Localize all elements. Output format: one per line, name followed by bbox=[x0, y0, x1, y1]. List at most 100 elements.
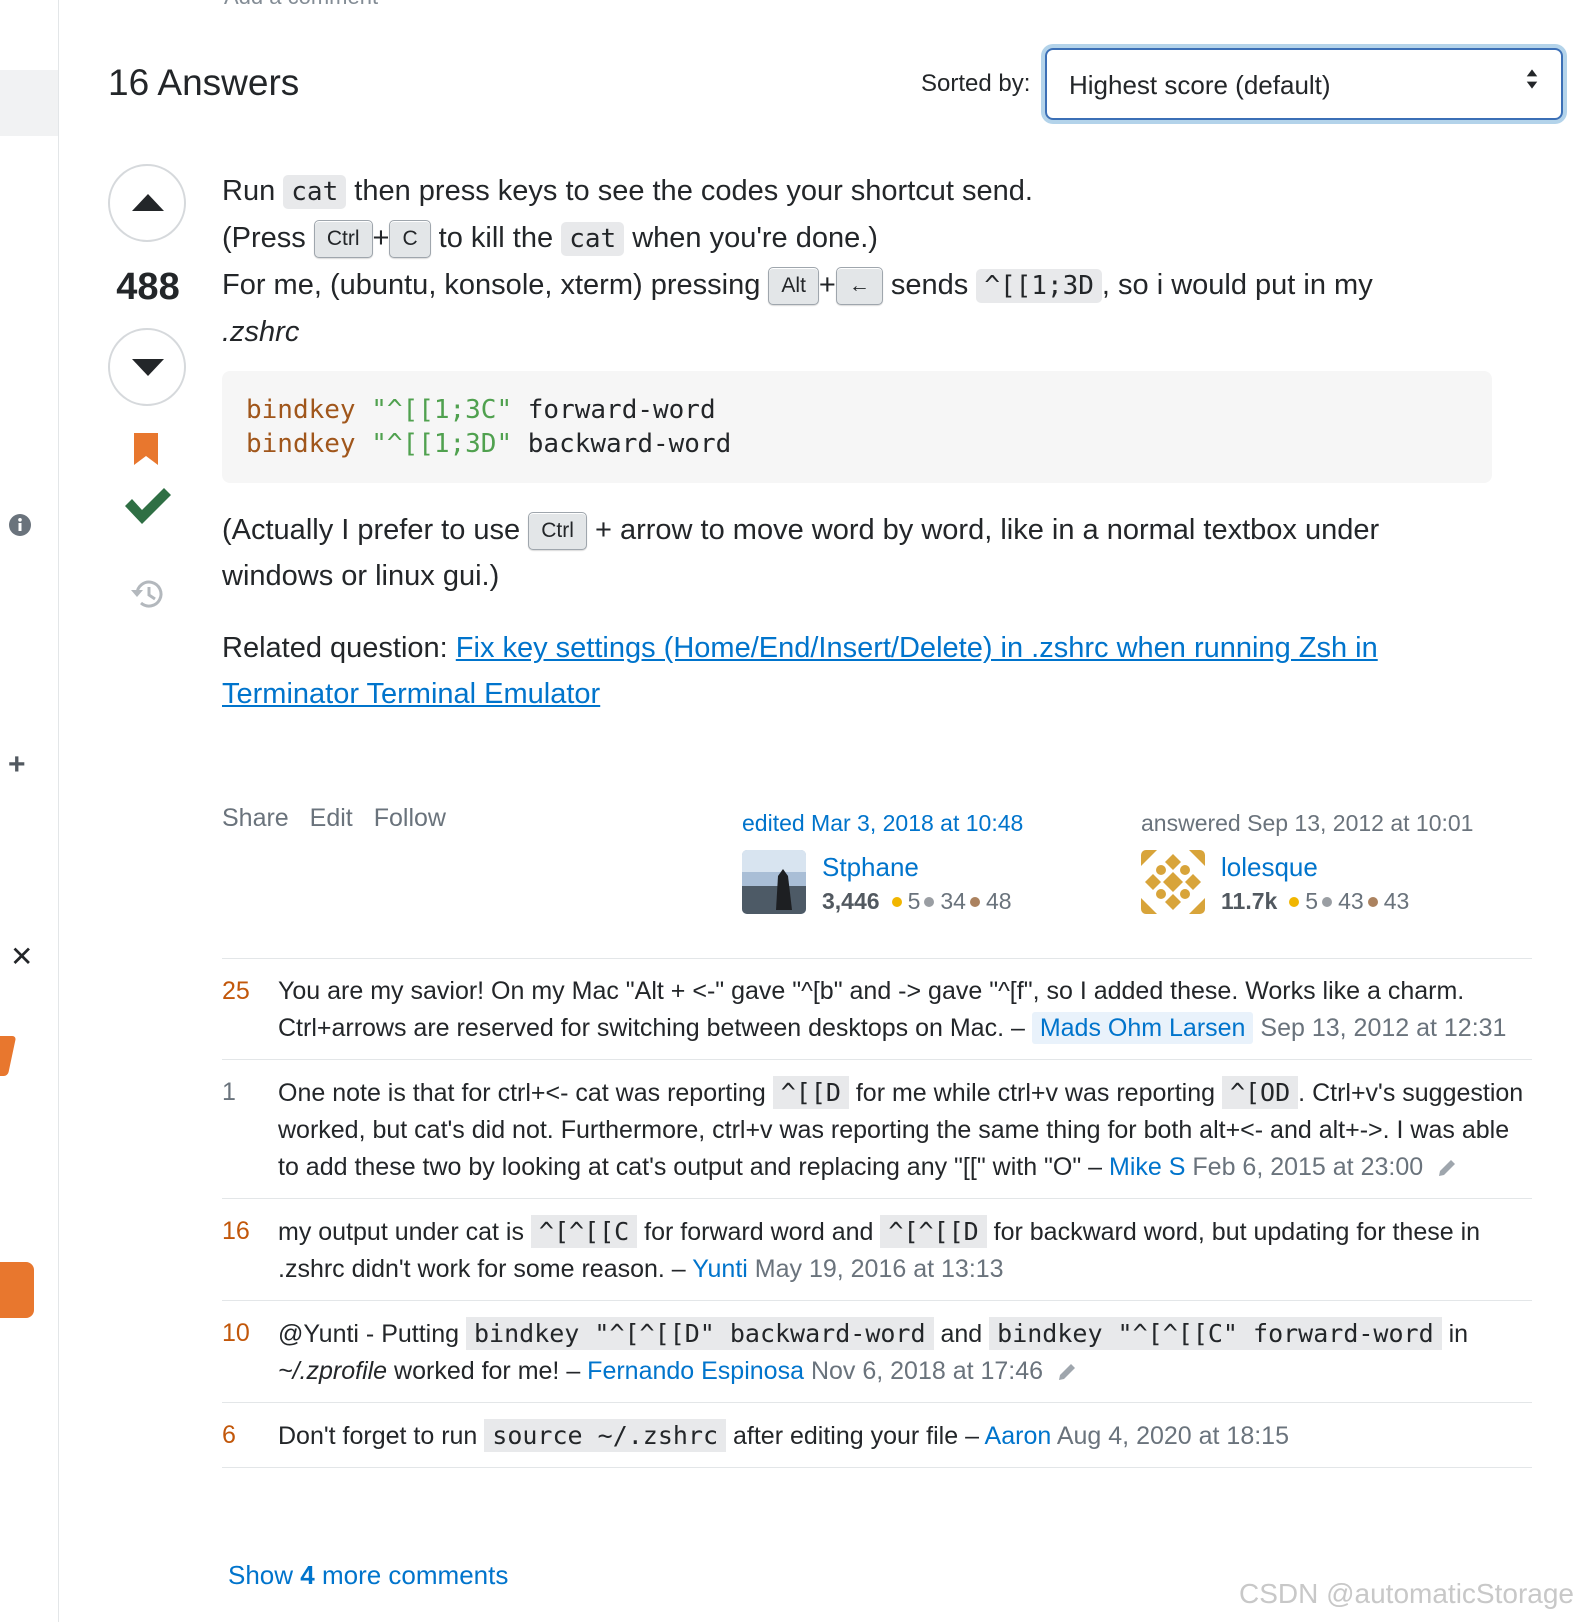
bronze-badge-icon bbox=[1367, 897, 1378, 907]
comment-user-link[interactable]: Aaron bbox=[985, 1422, 1052, 1450]
comment-code: bindkey "^[^[[C" forward-word bbox=[989, 1317, 1442, 1350]
sidebar-orange-button[interactable] bbox=[0, 1262, 34, 1318]
comment-code: ^[^[[C bbox=[530, 1215, 638, 1248]
editor-avatar-image bbox=[742, 850, 806, 914]
downvote-button[interactable] bbox=[108, 328, 186, 406]
comment-date[interactable]: Nov 6, 2018 at 17:46 bbox=[811, 1357, 1043, 1385]
code-block: bindkey "^[[1;3C" forward-word bindkey "… bbox=[222, 371, 1492, 483]
text: to kill the bbox=[430, 222, 562, 254]
sidebar-selected-item[interactable] bbox=[0, 70, 58, 136]
comment-body: One note is that for ctrl+<- cat was rep… bbox=[278, 1074, 1532, 1186]
more-count: 4 bbox=[300, 1560, 315, 1590]
history-icon[interactable] bbox=[127, 576, 167, 612]
comment-user-link[interactable]: Fernando Espinosa bbox=[587, 1357, 804, 1385]
bronze-badge-icon bbox=[969, 897, 980, 907]
comment-date[interactable]: Feb 6, 2015 at 23:00 bbox=[1192, 1153, 1423, 1181]
close-icon[interactable]: ✕ bbox=[10, 940, 33, 973]
answer-paragraph-2: (Press Ctrl + C to kill the cat when you'r… bbox=[222, 215, 1532, 262]
comment-user-link[interactable]: Mike S bbox=[1109, 1153, 1185, 1181]
author-avatar-identicon bbox=[1141, 850, 1205, 914]
bronze-count: 43 bbox=[1383, 888, 1410, 914]
author-card: answered Sep 13, 2012 at 10:01 lolesque … bbox=[1141, 810, 1531, 920]
comment: 16 my output under cat is ^[^[[C for for… bbox=[222, 1199, 1532, 1301]
code-keyword: bindkey bbox=[246, 395, 356, 425]
comment: 25 You are my savior! On my Mac "Alt + <… bbox=[222, 959, 1532, 1060]
edited-timestamp-link[interactable]: edited Mar 3, 2018 at 10:48 bbox=[742, 810, 1072, 837]
comment-text: Don't forget to run bbox=[278, 1422, 485, 1450]
editor-name-link[interactable]: Stphane bbox=[822, 852, 919, 883]
key-ctrl: Ctrl bbox=[313, 220, 373, 259]
code-string: "^[[1;3C" bbox=[371, 395, 513, 425]
avatar[interactable] bbox=[742, 850, 806, 914]
comment-code: ^[^[[D bbox=[880, 1215, 987, 1248]
post-menu: Share Edit Follow bbox=[222, 804, 460, 833]
comment-text: after editing your file – bbox=[726, 1422, 985, 1450]
sidebar-orange-badge bbox=[0, 1036, 17, 1076]
silver-count: 43 bbox=[1338, 888, 1364, 914]
answer-paragraph-1: Run cat then press keys to see the codes… bbox=[222, 168, 1532, 215]
answers-count-heading: 16 Answers bbox=[108, 62, 300, 103]
answer-paragraph-5: Related question: Fix key settings (Home… bbox=[222, 625, 1532, 717]
bookmark-icon[interactable] bbox=[133, 432, 159, 466]
comment-user-link[interactable]: Mads Ohm Larsen bbox=[1031, 1012, 1254, 1044]
text: sends bbox=[882, 269, 977, 301]
author-name-link[interactable]: lolesque bbox=[1221, 852, 1318, 883]
comment-score: 6 bbox=[222, 1421, 236, 1449]
comment-emphasis: ~/.zprofile bbox=[278, 1357, 388, 1385]
accepted-check-icon bbox=[125, 488, 171, 524]
follow-link[interactable]: Follow bbox=[374, 804, 446, 832]
comment-score: 25 bbox=[222, 977, 250, 1005]
plus-sign: + bbox=[372, 222, 390, 254]
text: when you're done.) bbox=[624, 222, 878, 254]
comment-date[interactable]: May 19, 2016 at 13:13 bbox=[755, 1255, 1004, 1283]
reputation: 11.7k bbox=[1221, 888, 1278, 914]
info-icon[interactable] bbox=[8, 513, 32, 537]
edit-link[interactable]: Edit bbox=[310, 804, 353, 832]
answered-timestamp-link[interactable]: answered Sep 13, 2012 at 10:01 bbox=[1141, 810, 1531, 837]
plus-icon[interactable]: + bbox=[8, 748, 26, 782]
bronze-count: 48 bbox=[985, 888, 1012, 914]
avatar[interactable] bbox=[1141, 850, 1205, 914]
sort-selected-value: Highest score (default) bbox=[1069, 70, 1331, 100]
pencil-icon bbox=[1059, 1364, 1076, 1381]
sort-select[interactable]: Highest score (default) bbox=[1045, 48, 1563, 120]
comment-score: 10 bbox=[222, 1319, 250, 1347]
gold-count: 5 bbox=[1305, 888, 1319, 914]
text: Related question: bbox=[222, 632, 456, 664]
text: + arrow to move word by word, like in a … bbox=[586, 514, 1380, 546]
silver-badge-icon bbox=[1322, 897, 1333, 907]
comment-text: in bbox=[1441, 1320, 1469, 1348]
inline-code: cat bbox=[283, 175, 347, 209]
gold-badge-icon bbox=[1289, 897, 1300, 907]
comment-score: 1 bbox=[222, 1078, 236, 1106]
inline-code: ^[[1;3D bbox=[976, 269, 1102, 303]
comment-text: my output under cat is bbox=[278, 1218, 531, 1246]
comment-date[interactable]: Aug 4, 2020 at 18:15 bbox=[1057, 1422, 1289, 1450]
comment-code: bindkey "^[^[[D" backward-word bbox=[465, 1317, 934, 1350]
sort-label: Sorted by: bbox=[921, 70, 1031, 97]
comment-user-link[interactable]: Yunti bbox=[692, 1255, 748, 1283]
code-line: bindkey "^[[1;3C" forward-word bbox=[246, 393, 1468, 427]
plus-sign: + bbox=[818, 269, 836, 301]
share-link[interactable]: Share bbox=[222, 804, 289, 832]
upvote-button[interactable] bbox=[108, 164, 186, 242]
watermark: CSDN @automaticStorage bbox=[1238, 1578, 1574, 1609]
comment: 10 @Yunti - Putting bindkey "^[^[[D" bac… bbox=[222, 1301, 1532, 1403]
comment-date[interactable]: Sep 13, 2012 at 12:31 bbox=[1260, 1014, 1506, 1042]
sort-chevrons-icon bbox=[1526, 69, 1538, 89]
text: more comments bbox=[314, 1560, 509, 1590]
show-more-comments-link[interactable]: Show 4 more comments bbox=[228, 1560, 508, 1591]
related-question-link[interactable]: Fix key settings (Home/End/Insert/Delete… bbox=[456, 632, 1378, 664]
key-alt: Alt bbox=[768, 267, 819, 306]
pencil-icon bbox=[1439, 1160, 1456, 1177]
related-question-link-cont[interactable]: Terminator Terminal Emulator bbox=[222, 678, 600, 710]
code-line: bindkey "^[[1;3D" backward-word bbox=[246, 427, 1468, 461]
reputation: 3,446 bbox=[822, 888, 880, 914]
text: , so i would put in my bbox=[1101, 269, 1373, 301]
answer-paragraph-4: (Actually I prefer to use Ctrl + arrow t… bbox=[222, 507, 1532, 599]
vote-count: 488 bbox=[116, 266, 180, 308]
add-comment-link[interactable]: Add a comment bbox=[224, 0, 378, 10]
comment-text: for forward word and bbox=[637, 1218, 881, 1246]
comment-score: 16 bbox=[222, 1217, 250, 1245]
gold-badge-icon bbox=[891, 897, 902, 907]
